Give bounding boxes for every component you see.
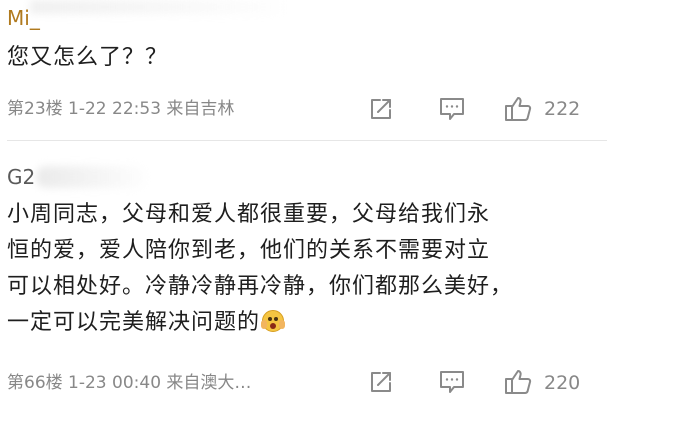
thumbs-up-icon <box>505 97 532 121</box>
share-icon <box>371 372 391 392</box>
obscured-region <box>36 166 146 188</box>
obscured-region <box>30 0 280 14</box>
comment-text: 小周同志，父母和爱人都很重要，父母给我们永 恒的爱，爱人陪你到老，他们的关系不需… <box>7 197 665 341</box>
scared-face-emoji-icon <box>261 310 286 332</box>
comment-icon <box>440 371 464 393</box>
thumbs-up-icon <box>505 370 532 394</box>
comment-meta: 第23楼 1-22 22:53 来自吉林 <box>7 99 235 119</box>
share-button[interactable] <box>366 367 396 397</box>
username[interactable]: G2 <box>7 165 35 189</box>
comment-item: G2 小周同志，父母和爱人都很重要，父母给我们永 恒的爱，爱人陪你到老，他们的关… <box>0 146 685 431</box>
like-button[interactable] <box>503 367 533 397</box>
like-count: 220 <box>544 372 581 394</box>
comment-button[interactable] <box>437 367 467 397</box>
like-count: 222 <box>544 98 581 120</box>
comment-text: 您又怎么了？？ <box>7 45 169 70</box>
share-icon <box>371 99 391 119</box>
comment-icon <box>440 98 464 120</box>
comment-text-body: 小周同志，父母和爱人都很重要，父母给我们永 恒的爱，爱人陪你到老，他们的关系不需… <box>7 202 514 335</box>
comment-meta: 第66楼 1-23 00:40 来自澳大… <box>7 373 252 393</box>
comment-button[interactable] <box>437 94 467 124</box>
like-button[interactable] <box>503 94 533 124</box>
share-button[interactable] <box>366 94 396 124</box>
username[interactable]: Mi_ <box>7 6 40 30</box>
comment-divider <box>7 140 607 141</box>
comment-item: Mi_ 您又怎么了？？ 第23楼 1-22 22:53 来自吉林 222 <box>0 0 685 140</box>
